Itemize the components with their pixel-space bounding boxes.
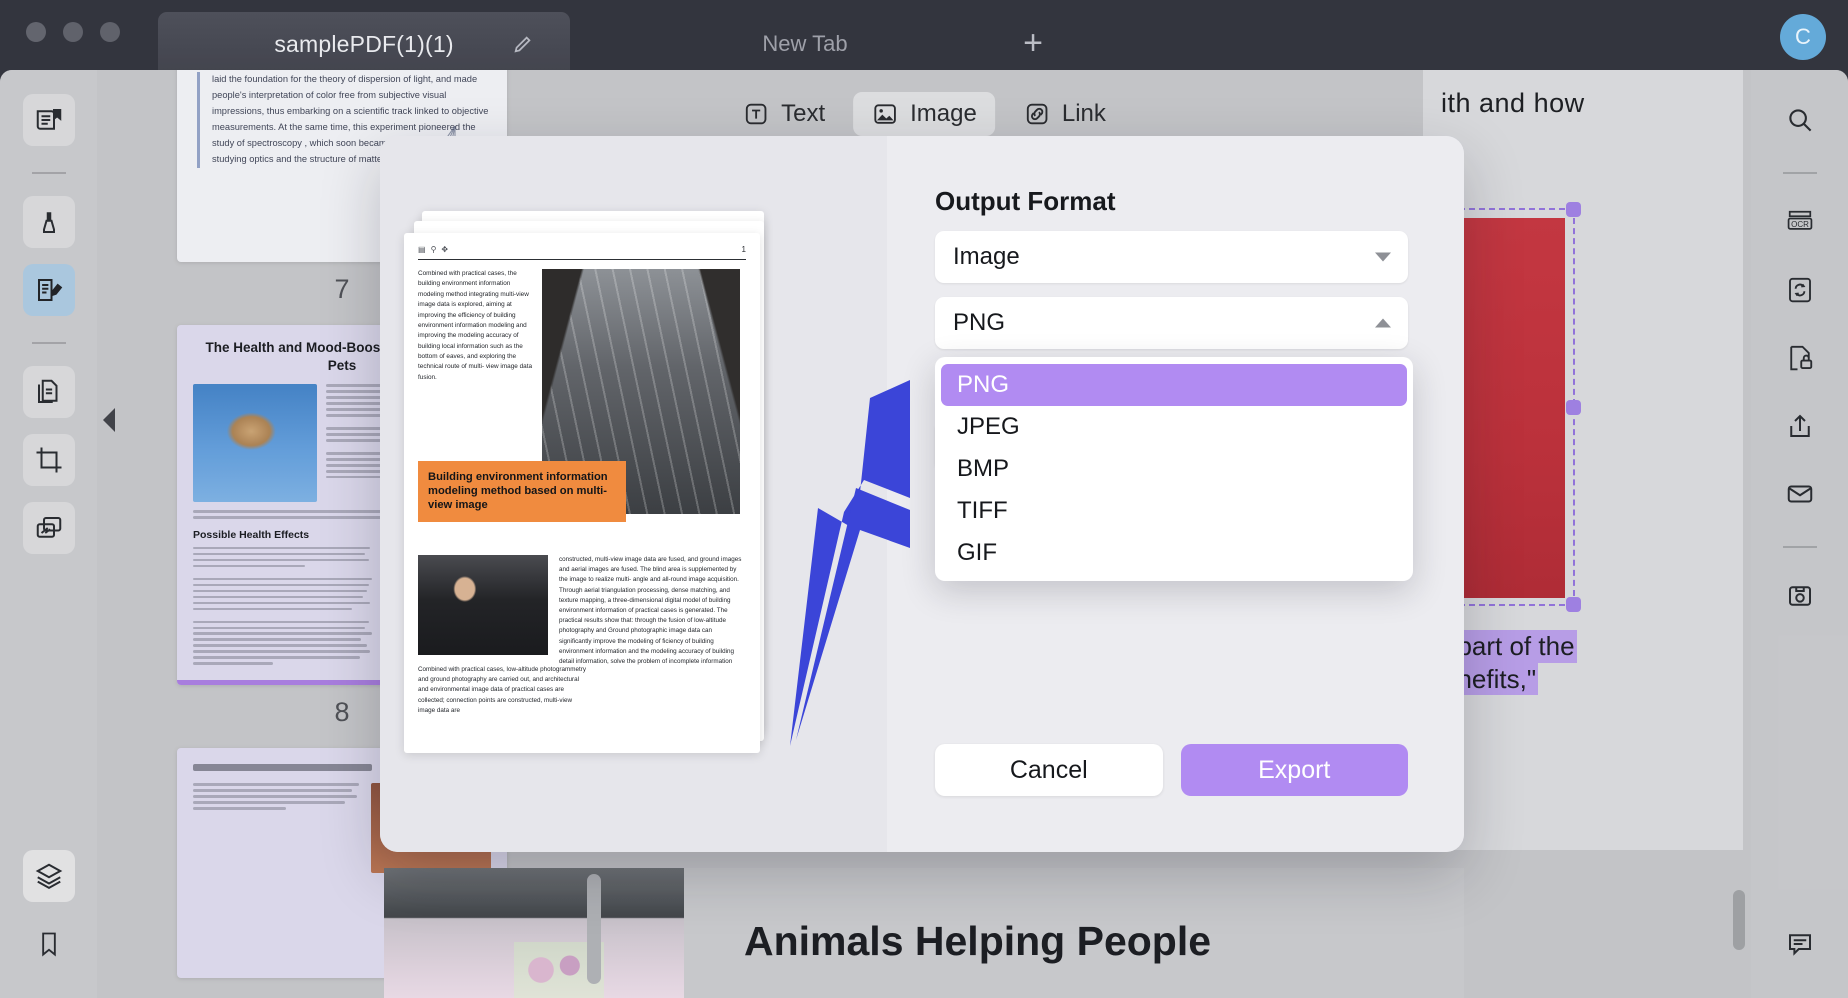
preview-banner-text: Building environment information modelin… <box>428 470 616 513</box>
preview-workstation-photo <box>418 555 548 655</box>
dialog-form-pane: Output Format Image PNG PNG JPEG <box>887 136 1464 852</box>
person-icon: ⚲ <box>431 245 437 254</box>
preview-left-column-text: Combined with practical cases, low-altit… <box>418 665 586 716</box>
app-window: samplePDF(1)(1) New Tab + C <box>0 0 1848 998</box>
preview-title-banner: Building environment information modelin… <box>418 461 626 522</box>
dropdown-option-png[interactable]: PNG <box>941 364 1407 406</box>
preview-intro-text: Combined with practical cases, the build… <box>418 269 533 383</box>
grid-icon: ▤ <box>418 245 426 254</box>
cancel-label: Cancel <box>1010 756 1088 785</box>
export-button[interactable]: Export <box>1181 744 1409 796</box>
preview-page-stack: ▤ ⚲ ✥ 1 Combined with practical cases, t… <box>404 211 774 751</box>
preview-page-header: ▤ ⚲ ✥ 1 <box>418 245 746 260</box>
chevron-down-icon <box>1375 253 1391 262</box>
dropdown-option-label: BMP <box>957 455 1009 483</box>
export-dialog: ▤ ⚲ ✥ 1 Combined with practical cases, t… <box>380 136 1464 852</box>
preview-lower-row: constructed, multi-view image data are f… <box>418 555 746 667</box>
dropdown-option-gif[interactable]: GIF <box>941 532 1407 574</box>
output-format-value: Image <box>953 243 1020 271</box>
dropdown-option-label: JPEG <box>957 413 1020 441</box>
preview-right-column-text: constructed, multi-view image data are f… <box>559 555 746 667</box>
chevron-up-icon <box>1375 319 1391 328</box>
preview-footer-column: Combined with practical cases, low-altit… <box>418 665 586 716</box>
subformat-group: PNG PNG JPEG BMP TIFF <box>935 297 1408 349</box>
image-subformat-value: PNG <box>953 309 1005 337</box>
dropdown-option-label: GIF <box>957 539 997 567</box>
dot-icon: ✥ <box>441 245 448 254</box>
cancel-button[interactable]: Cancel <box>935 744 1163 796</box>
export-label: Export <box>1258 756 1330 785</box>
preview-sheet-front: ▤ ⚲ ✥ 1 Combined with practical cases, t… <box>404 233 760 753</box>
preview-header-icons: ▤ ⚲ ✥ <box>418 245 448 254</box>
dropdown-option-tiff[interactable]: TIFF <box>941 490 1407 532</box>
dropdown-option-bmp[interactable]: BMP <box>941 448 1407 490</box>
dialog-preview-pane: ▤ ⚲ ✥ 1 Combined with practical cases, t… <box>380 136 887 852</box>
output-format-select[interactable]: Image <box>935 231 1408 283</box>
dropdown-option-label: PNG <box>957 371 1009 399</box>
subformat-dropdown-menu[interactable]: PNG JPEG BMP TIFF GIF <box>935 357 1413 581</box>
dialog-actions: Cancel Export <box>935 744 1408 796</box>
image-subformat-select[interactable]: PNG <box>935 297 1408 349</box>
output-format-label: Output Format <box>935 186 1408 217</box>
dropdown-option-jpeg[interactable]: JPEG <box>941 406 1407 448</box>
preview-page-number: 1 <box>742 245 746 254</box>
dropdown-option-label: TIFF <box>957 497 1008 525</box>
